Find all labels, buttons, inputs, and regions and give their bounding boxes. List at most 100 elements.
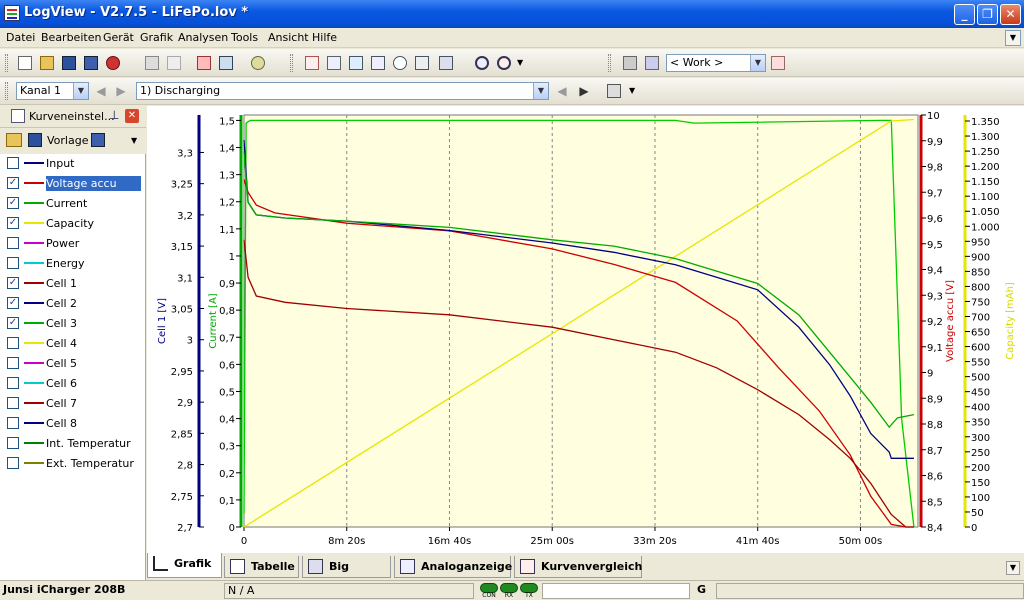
open-folder-icon[interactable]	[6, 133, 22, 147]
next-record-icon[interactable]: ▶	[576, 83, 592, 99]
curve-item[interactable]: Cell 4	[4, 334, 144, 353]
tab-grafik[interactable]: Grafik	[147, 553, 222, 578]
curve-checkbox[interactable]	[7, 157, 19, 169]
curve-checkbox[interactable]: ✓	[7, 177, 19, 189]
app-icon[interactable]	[4, 5, 20, 21]
curve-checkbox[interactable]	[7, 397, 19, 409]
curve-checkbox[interactable]	[7, 437, 19, 449]
maximize-button[interactable]: ❐	[977, 4, 998, 25]
save-icon[interactable]	[28, 133, 42, 147]
menu-hilfe[interactable]: Hilfe	[312, 31, 337, 44]
curve-item[interactable]: ✓ Cell 1	[4, 274, 144, 293]
marker-icon[interactable]	[412, 53, 432, 73]
workspace-delete-icon[interactable]	[768, 53, 788, 73]
curve-checkbox[interactable]: ✓	[7, 297, 19, 309]
chart-svg[interactable]: 0 8m 20s 16m 40s 25m 00s 33m 20s 41m 40s 50m 0…	[147, 106, 1024, 552]
trash-icon[interactable]	[604, 81, 624, 101]
menu-chevron-icon[interactable]: ▼	[1005, 30, 1021, 46]
zoom-dropdown-icon[interactable]: ▼	[516, 53, 528, 73]
curve-item[interactable]: Input	[4, 154, 144, 173]
tab-kurvenvergleich[interactable]: Kurvenvergleich	[514, 556, 642, 578]
save-template-icon[interactable]	[91, 133, 105, 147]
curve-checkbox[interactable]: ✓	[7, 317, 19, 329]
copy-icon[interactable]	[164, 53, 184, 73]
menu-bearbeiten[interactable]: Bearbeiten	[41, 31, 101, 44]
curve-checkbox[interactable]	[7, 257, 19, 269]
curve-checkbox[interactable]	[7, 237, 19, 249]
curve-item[interactable]: Int. Temperatur	[4, 434, 144, 453]
toolbar-grip[interactable]	[290, 54, 293, 72]
chevron-down-icon[interactable]: ▼	[73, 83, 88, 99]
save-as-icon[interactable]	[81, 53, 101, 73]
curve-checkbox[interactable]	[7, 377, 19, 389]
delete-icon[interactable]	[194, 53, 214, 73]
workspace-icon[interactable]	[642, 53, 662, 73]
link-icon[interactable]	[620, 53, 640, 73]
zoom-out-icon[interactable]	[494, 53, 514, 73]
tabs-chevron-icon[interactable]: ▼	[1006, 561, 1020, 575]
program-combo[interactable]: 1) Discharging ▼	[136, 82, 549, 100]
chart-area[interactable]: 0 8m 20s 16m 40s 25m 00s 33m 20s 41m 40s 50m 0…	[147, 106, 1024, 552]
menu-geraet[interactable]: Gerät	[103, 31, 134, 44]
new-file-icon[interactable]	[15, 53, 35, 73]
cut-icon[interactable]	[142, 53, 162, 73]
menu-tools[interactable]: Tools	[231, 31, 258, 44]
curve-item[interactable]: Power	[4, 234, 144, 253]
curve-item[interactable]: ✓ Current	[4, 194, 144, 213]
curve-checkbox[interactable]: ✓	[7, 217, 19, 229]
curve-checkbox[interactable]	[7, 457, 19, 469]
close-button[interactable]: ✕	[1000, 4, 1021, 25]
curve-item[interactable]: ✓ Capacity	[4, 214, 144, 233]
curve-checkbox[interactable]: ✓	[7, 277, 19, 289]
curve-checkbox[interactable]	[7, 417, 19, 429]
capacity-axis-tick-label: 100	[971, 493, 990, 504]
minimize-button[interactable]: _	[954, 4, 975, 25]
chevron-down-icon[interactable]: ▼	[533, 83, 548, 99]
export-icon[interactable]	[103, 53, 123, 73]
tab-tabelle[interactable]: Tabelle	[224, 556, 299, 578]
channel-combo[interactable]: Kanal 1 ▼	[16, 82, 89, 100]
zoom-in-icon[interactable]	[472, 53, 492, 73]
prev-record-icon[interactable]: ◀	[554, 83, 570, 99]
grid-icon[interactable]	[368, 53, 388, 73]
curve-checkbox[interactable]	[7, 337, 19, 349]
curve-color-swatch	[24, 402, 44, 404]
curve-item[interactable]: Ext. Temperatur	[4, 454, 144, 473]
pin-icon[interactable]: ⊥	[109, 108, 119, 122]
save-icon[interactable]	[59, 53, 79, 73]
menu-analysen[interactable]: Analysen	[178, 31, 228, 44]
table-icon[interactable]	[216, 53, 236, 73]
panel-close-icon[interactable]: ✕	[125, 109, 139, 123]
curve-item[interactable]: Energy	[4, 254, 144, 273]
open-folder-icon[interactable]	[37, 53, 57, 73]
curve-item[interactable]: Cell 7	[4, 394, 144, 413]
template-dropdown-icon[interactable]: ▼	[131, 134, 143, 148]
trash-dropdown-icon[interactable]: ▼	[628, 81, 640, 101]
toolbar-grip[interactable]	[5, 54, 8, 72]
curve-item[interactable]: ✓ Cell 2	[4, 294, 144, 313]
clock-icon[interactable]	[390, 53, 410, 73]
curve-checkbox[interactable]: ✓	[7, 197, 19, 209]
curve-item[interactable]: Cell 8	[4, 414, 144, 433]
curve-item[interactable]: ✓ Cell 3	[4, 314, 144, 333]
menu-ansicht[interactable]: Ansicht	[268, 31, 309, 44]
menu-grafik[interactable]: Grafik	[140, 31, 173, 44]
chevron-down-icon[interactable]: ▼	[750, 55, 765, 71]
curve-item[interactable]: Cell 5	[4, 354, 144, 373]
toolbar-grip[interactable]	[5, 82, 8, 100]
curve-item[interactable]: Cell 6	[4, 374, 144, 393]
bar-chart-icon[interactable]	[436, 53, 456, 73]
toolbar-grip[interactable]	[608, 54, 611, 72]
prev-channel-icon[interactable]: ◀	[93, 83, 109, 99]
curve-item[interactable]: ✓ Voltage accu	[4, 174, 144, 193]
gear-icon[interactable]	[248, 53, 268, 73]
next-channel-icon[interactable]: ▶	[113, 83, 129, 99]
tab-analoganzeige[interactable]: Analoganzeige	[394, 556, 512, 578]
work-combo[interactable]: < Work > ▼	[666, 54, 766, 72]
curve-icon[interactable]	[302, 53, 322, 73]
curve-checkbox[interactable]	[7, 357, 19, 369]
tab-big-letter[interactable]: Big Letter	[302, 556, 391, 593]
menu-datei[interactable]: Datei	[6, 31, 35, 44]
curve-edit-icon[interactable]	[324, 53, 344, 73]
window-icon[interactable]	[346, 53, 366, 73]
